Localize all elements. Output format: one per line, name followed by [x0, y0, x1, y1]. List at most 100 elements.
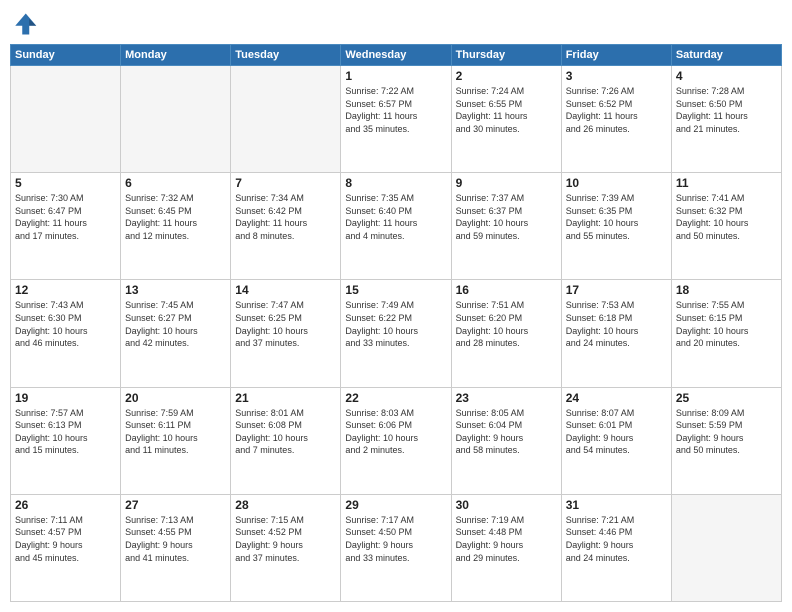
- calendar-cell: 27 Sunrise: 7:13 AM Sunset: 4:55 PM Dayli…: [121, 494, 231, 601]
- cell-info: Sunrise: 7:24 AM Sunset: 6:55 PM Dayligh…: [456, 85, 557, 135]
- day-number: 28: [235, 498, 336, 512]
- calendar-day-header: Sunday: [11, 45, 121, 66]
- cell-info: Sunrise: 7:28 AM Sunset: 6:50 PM Dayligh…: [676, 85, 777, 135]
- calendar-cell: 22 Sunrise: 8:03 AM Sunset: 6:06 PM Dayli…: [341, 387, 451, 494]
- header: [10, 10, 782, 38]
- cell-info: Sunrise: 7:49 AM Sunset: 6:22 PM Dayligh…: [345, 299, 446, 349]
- calendar-cell: 12 Sunrise: 7:43 AM Sunset: 6:30 PM Dayli…: [11, 280, 121, 387]
- calendar-week-row: 26Sunrise: 7:11 AM Sunset: 4:57 PM Dayli…: [11, 494, 782, 601]
- cell-info: Sunrise: 8:01 AM Sunset: 6:08 PM Dayligh…: [235, 407, 336, 457]
- cell-info: Sunrise: 8:07 AM Sunset: 6:01 PM Dayligh…: [566, 407, 667, 457]
- calendar-cell: 16 Sunrise: 7:51 AM Sunset: 6:20 PM Dayli…: [451, 280, 561, 387]
- day-number: 7: [235, 176, 336, 190]
- calendar-cell: 4Sunrise: 7:28 AM Sunset: 6:50 PM Daylig…: [671, 66, 781, 173]
- day-number: 12: [15, 283, 116, 297]
- calendar-cell: 19 Sunrise: 7:57 AM Sunset: 6:13 PM Dayli…: [11, 387, 121, 494]
- calendar-cell: 13 Sunrise: 7:45 AM Sunset: 6:27 PM Dayli…: [121, 280, 231, 387]
- calendar-day-header: Friday: [561, 45, 671, 66]
- calendar-cell: [121, 66, 231, 173]
- calendar-cell: 15Sunrise: 7:49 AM Sunset: 6:22 PM Dayli…: [341, 280, 451, 387]
- cell-info: Sunrise: 7:22 AM Sunset: 6:57 PM Dayligh…: [345, 85, 446, 135]
- calendar-cell: 17Sunrise: 7:53 AM Sunset: 6:18 PM Dayli…: [561, 280, 671, 387]
- cell-info: Sunrise: 7:15 AM Sunset: 4:52 PM Dayligh…: [235, 514, 336, 564]
- day-number: 16: [456, 283, 557, 297]
- calendar-week-row: 1 Sunrise: 7:22 AM Sunset: 6:57 PM Daylig…: [11, 66, 782, 173]
- cell-info: Sunrise: 7:41 AM Sunset: 6:32 PM Dayligh…: [676, 192, 777, 242]
- calendar-cell: 21 Sunrise: 8:01 AM Sunset: 6:08 PM Dayli…: [231, 387, 341, 494]
- calendar-cell: 26Sunrise: 7:11 AM Sunset: 4:57 PM Dayli…: [11, 494, 121, 601]
- cell-info: Sunrise: 7:11 AM Sunset: 4:57 PM Dayligh…: [15, 514, 116, 564]
- day-number: 18: [676, 283, 777, 297]
- calendar-cell: [231, 66, 341, 173]
- calendar-cell: 14 Sunrise: 7:47 AM Sunset: 6:25 PM Dayli…: [231, 280, 341, 387]
- calendar-week-row: 12 Sunrise: 7:43 AM Sunset: 6:30 PM Dayli…: [11, 280, 782, 387]
- calendar-cell: 9 Sunrise: 7:37 AM Sunset: 6:37 PM Daylig…: [451, 173, 561, 280]
- calendar-cell: 23Sunrise: 8:05 AM Sunset: 6:04 PM Dayli…: [451, 387, 561, 494]
- cell-info: Sunrise: 7:55 AM Sunset: 6:15 PM Dayligh…: [676, 299, 777, 349]
- day-number: 22: [345, 391, 446, 405]
- day-number: 3: [566, 69, 667, 83]
- calendar-week-row: 5 Sunrise: 7:30 AM Sunset: 6:47 PM Daylig…: [11, 173, 782, 280]
- cell-info: Sunrise: 7:39 AM Sunset: 6:35 PM Dayligh…: [566, 192, 667, 242]
- logo: [10, 10, 42, 38]
- calendar-day-header: Thursday: [451, 45, 561, 66]
- cell-info: Sunrise: 7:21 AM Sunset: 4:46 PM Dayligh…: [566, 514, 667, 564]
- calendar-cell: 18 Sunrise: 7:55 AM Sunset: 6:15 PM Dayli…: [671, 280, 781, 387]
- calendar-cell: 25 Sunrise: 8:09 AM Sunset: 5:59 PM Dayli…: [671, 387, 781, 494]
- calendar-cell: 8Sunrise: 7:35 AM Sunset: 6:40 PM Daylig…: [341, 173, 451, 280]
- cell-info: Sunrise: 7:32 AM Sunset: 6:45 PM Dayligh…: [125, 192, 226, 242]
- day-number: 23: [456, 391, 557, 405]
- day-number: 21: [235, 391, 336, 405]
- calendar-day-header: Wednesday: [341, 45, 451, 66]
- cell-info: Sunrise: 7:34 AM Sunset: 6:42 PM Dayligh…: [235, 192, 336, 242]
- calendar-day-header: Saturday: [671, 45, 781, 66]
- calendar-cell: 29Sunrise: 7:17 AM Sunset: 4:50 PM Dayli…: [341, 494, 451, 601]
- cell-info: Sunrise: 7:30 AM Sunset: 6:47 PM Dayligh…: [15, 192, 116, 242]
- calendar-day-header: Monday: [121, 45, 231, 66]
- cell-info: Sunrise: 8:03 AM Sunset: 6:06 PM Dayligh…: [345, 407, 446, 457]
- calendar-cell: 7 Sunrise: 7:34 AM Sunset: 6:42 PM Daylig…: [231, 173, 341, 280]
- cell-info: Sunrise: 7:45 AM Sunset: 6:27 PM Dayligh…: [125, 299, 226, 349]
- calendar-cell: 3 Sunrise: 7:26 AM Sunset: 6:52 PM Daylig…: [561, 66, 671, 173]
- calendar-cell: 20 Sunrise: 7:59 AM Sunset: 6:11 PM Dayli…: [121, 387, 231, 494]
- cell-info: Sunrise: 7:37 AM Sunset: 6:37 PM Dayligh…: [456, 192, 557, 242]
- calendar-cell: [11, 66, 121, 173]
- cell-info: Sunrise: 7:57 AM Sunset: 6:13 PM Dayligh…: [15, 407, 116, 457]
- day-number: 13: [125, 283, 226, 297]
- day-number: 17: [566, 283, 667, 297]
- day-number: 5: [15, 176, 116, 190]
- calendar-cell: 11 Sunrise: 7:41 AM Sunset: 6:32 PM Dayli…: [671, 173, 781, 280]
- calendar-cell: 30Sunrise: 7:19 AM Sunset: 4:48 PM Dayli…: [451, 494, 561, 601]
- cell-info: Sunrise: 7:51 AM Sunset: 6:20 PM Dayligh…: [456, 299, 557, 349]
- cell-info: Sunrise: 7:26 AM Sunset: 6:52 PM Dayligh…: [566, 85, 667, 135]
- cell-info: Sunrise: 7:59 AM Sunset: 6:11 PM Dayligh…: [125, 407, 226, 457]
- day-number: 31: [566, 498, 667, 512]
- day-number: 6: [125, 176, 226, 190]
- calendar-cell: 6 Sunrise: 7:32 AM Sunset: 6:45 PM Daylig…: [121, 173, 231, 280]
- day-number: 25: [676, 391, 777, 405]
- calendar-cell: 31 Sunrise: 7:21 AM Sunset: 4:46 PM Dayli…: [561, 494, 671, 601]
- calendar-day-header: Tuesday: [231, 45, 341, 66]
- cell-info: Sunrise: 7:47 AM Sunset: 6:25 PM Dayligh…: [235, 299, 336, 349]
- day-number: 11: [676, 176, 777, 190]
- cell-info: Sunrise: 8:09 AM Sunset: 5:59 PM Dayligh…: [676, 407, 777, 457]
- day-number: 10: [566, 176, 667, 190]
- day-number: 14: [235, 283, 336, 297]
- logo-icon: [10, 10, 38, 38]
- calendar-week-row: 19 Sunrise: 7:57 AM Sunset: 6:13 PM Dayli…: [11, 387, 782, 494]
- calendar-cell: 5 Sunrise: 7:30 AM Sunset: 6:47 PM Daylig…: [11, 173, 121, 280]
- day-number: 9: [456, 176, 557, 190]
- calendar-cell: 28 Sunrise: 7:15 AM Sunset: 4:52 PM Dayli…: [231, 494, 341, 601]
- calendar-cell: 2 Sunrise: 7:24 AM Sunset: 6:55 PM Daylig…: [451, 66, 561, 173]
- cell-info: Sunrise: 7:43 AM Sunset: 6:30 PM Dayligh…: [15, 299, 116, 349]
- day-number: 24: [566, 391, 667, 405]
- day-number: 27: [125, 498, 226, 512]
- day-number: 8: [345, 176, 446, 190]
- day-number: 20: [125, 391, 226, 405]
- day-number: 2: [456, 69, 557, 83]
- calendar-table: SundayMondayTuesdayWednesdayThursdayFrid…: [10, 44, 782, 602]
- cell-info: Sunrise: 7:17 AM Sunset: 4:50 PM Dayligh…: [345, 514, 446, 564]
- cell-info: Sunrise: 7:13 AM Sunset: 4:55 PM Dayligh…: [125, 514, 226, 564]
- day-number: 19: [15, 391, 116, 405]
- day-number: 1: [345, 69, 446, 83]
